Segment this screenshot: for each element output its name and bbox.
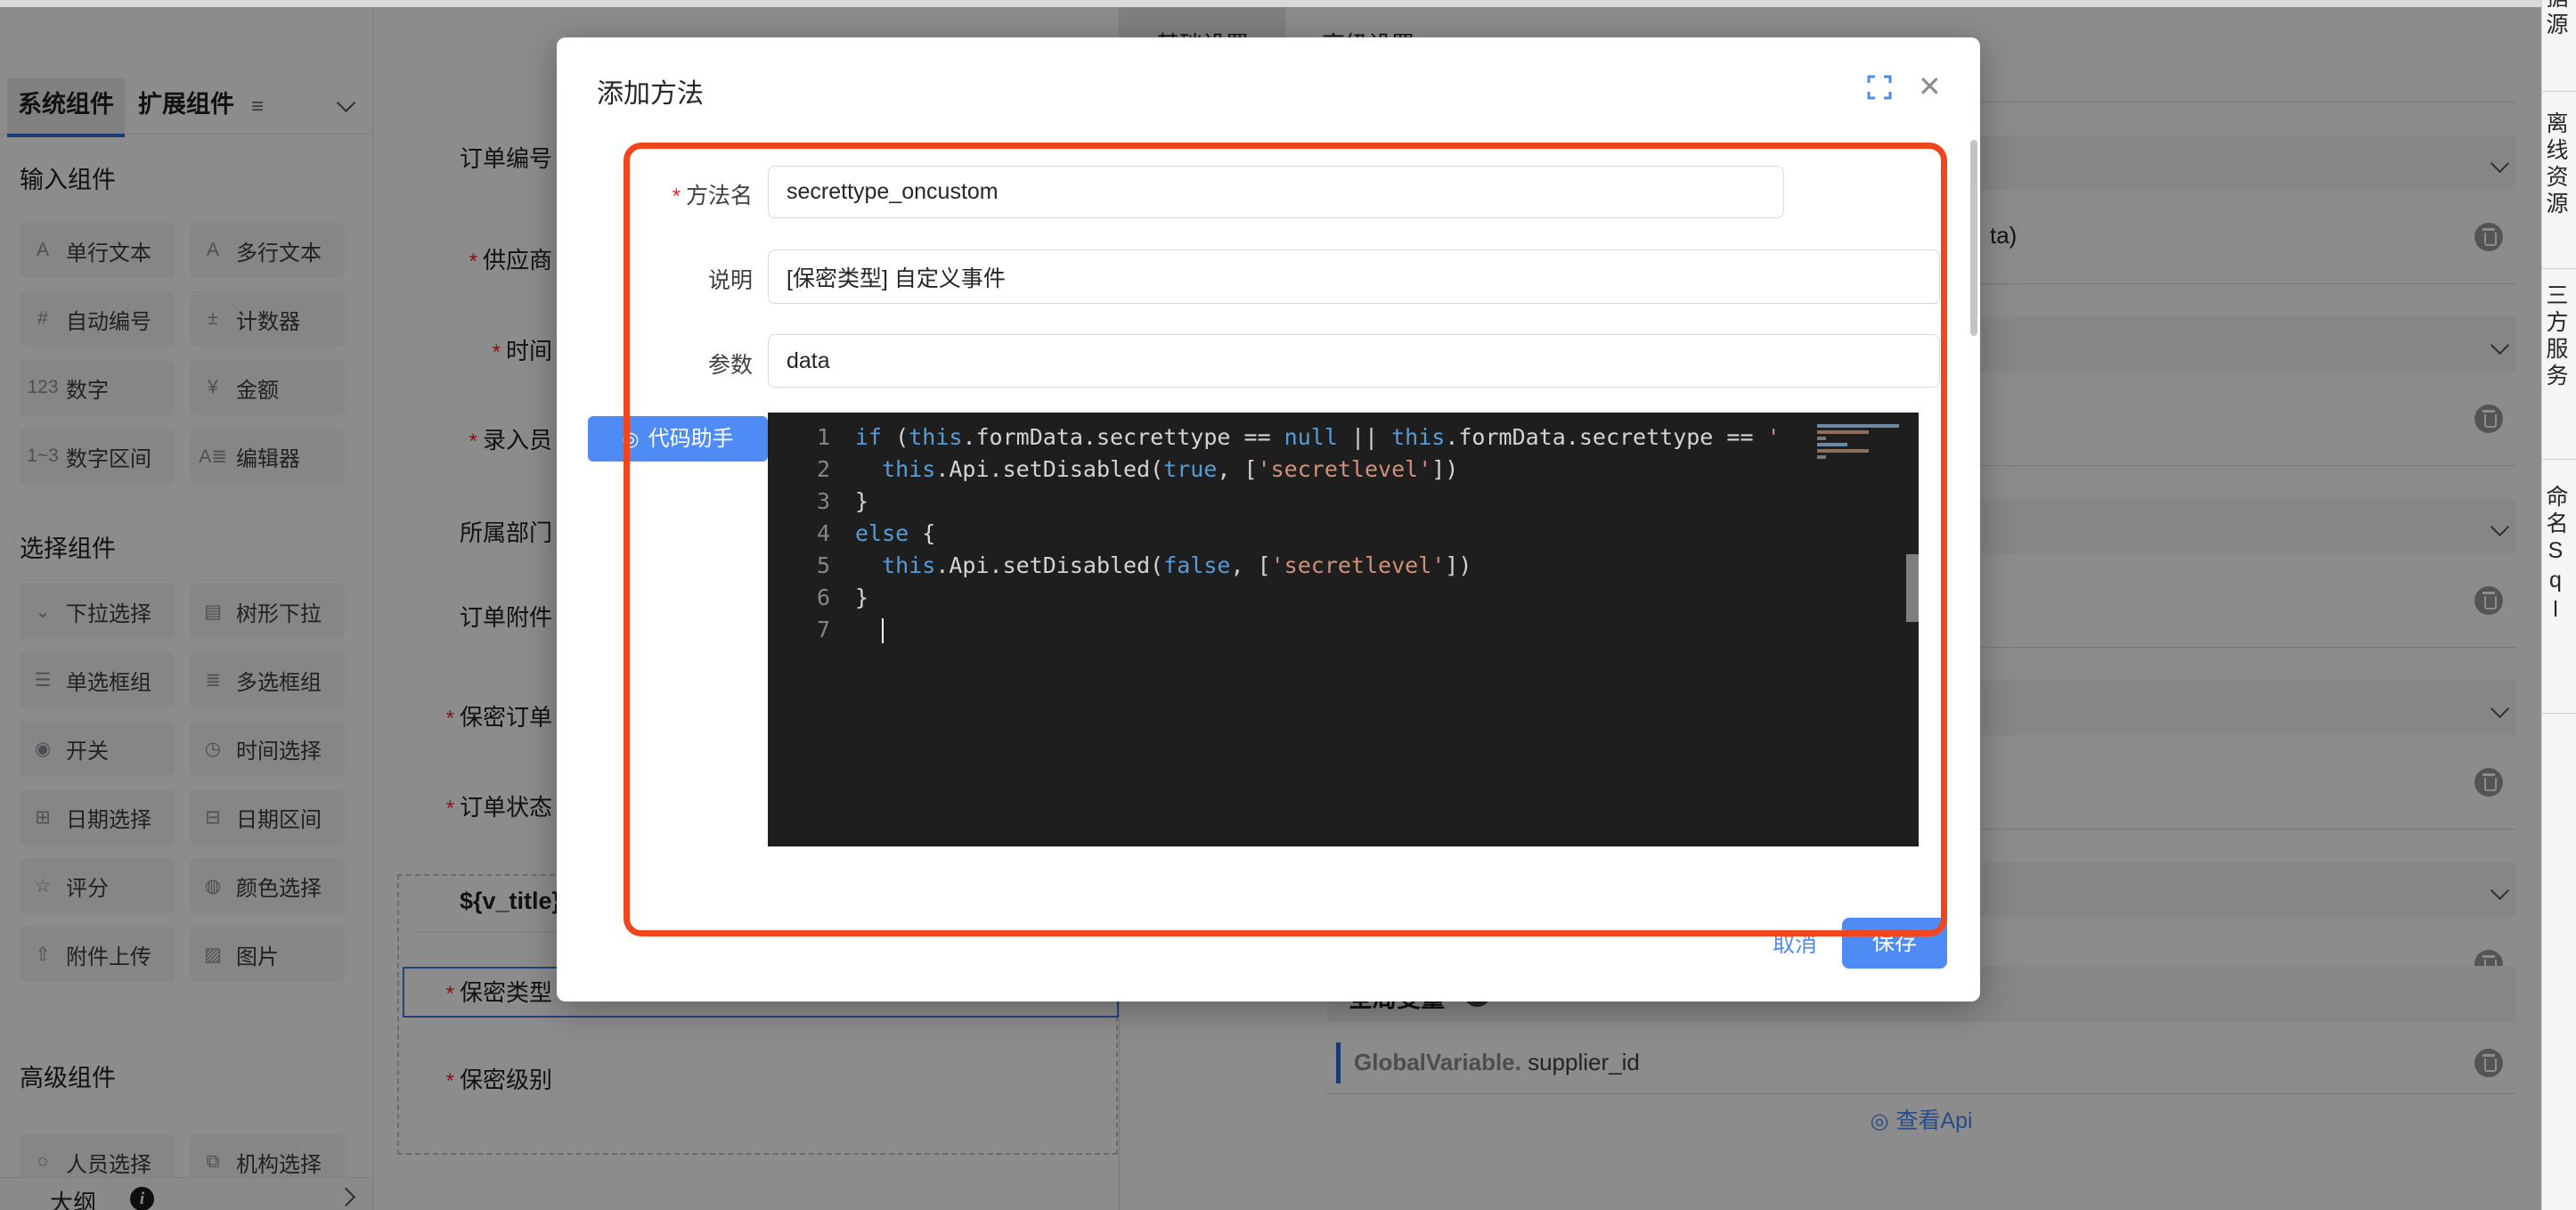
tab-data-source[interactable]: 据源 bbox=[2542, 0, 2576, 92]
method-name-label: *方法名 bbox=[557, 178, 753, 210]
save-button[interactable]: 保存 bbox=[1842, 918, 1947, 969]
tab-third-party-services[interactable]: 三方服务 bbox=[2542, 269, 2576, 460]
code-editor[interactable]: 1if (this.formData.secrettype == null ||… bbox=[768, 413, 1919, 846]
text-cursor bbox=[882, 618, 884, 643]
editor-scrollbar[interactable] bbox=[1906, 554, 1919, 622]
strip-empty-area bbox=[2542, 714, 2576, 1209]
code-line: 1if (this.formData.secrettype == null ||… bbox=[768, 421, 1919, 454]
close-icon[interactable]: ✕ bbox=[1918, 69, 1942, 103]
code-line: 5 this.Api.setDisabled(false, ['secretle… bbox=[768, 550, 1919, 582]
code-line: 4else { bbox=[768, 518, 1919, 550]
window-top-strip bbox=[0, 0, 2541, 7]
resource-tab-strip: 据源 离线资源 三方服务 命名Sql bbox=[2541, 0, 2576, 1210]
params-label: 参数 bbox=[557, 347, 753, 380]
tab-offline-resources[interactable]: 离线资源 bbox=[2542, 92, 2576, 269]
dialog-title: 添加方法 bbox=[597, 71, 704, 110]
assistant-icon: ◎ bbox=[622, 428, 639, 450]
modal-scrollbar[interactable] bbox=[1970, 140, 1977, 336]
code-assistant-button[interactable]: ◎代码助手 bbox=[588, 416, 768, 462]
description-label: 说明 bbox=[557, 263, 753, 295]
tab-named-sql[interactable]: 命名Sql bbox=[2542, 460, 2576, 714]
code-line: 3} bbox=[768, 486, 1919, 518]
method-name-input[interactable] bbox=[768, 166, 1784, 218]
add-method-dialog: 添加方法 ✕ *方法名 说明 参数 ◎代码助手 1if (this.formDa… bbox=[557, 37, 1980, 1002]
app-root: 系统组件 扩展组件 ≡ 输入组件 A 单行文本 A 多行文本 # 自动 bbox=[0, 0, 2576, 1210]
params-input[interactable] bbox=[768, 334, 1940, 388]
code-line: 6} bbox=[768, 582, 1919, 614]
code-line: 2 this.Api.setDisabled(true, ['secretlev… bbox=[768, 454, 1919, 486]
description-input[interactable] bbox=[768, 249, 1940, 304]
minimap[interactable] bbox=[1812, 416, 1906, 480]
fullscreen-icon[interactable] bbox=[1867, 75, 1892, 100]
required-asterisk: * bbox=[673, 184, 681, 208]
cancel-button[interactable]: 取消 bbox=[1764, 927, 1826, 962]
code-line: 7 bbox=[768, 614, 1919, 646]
